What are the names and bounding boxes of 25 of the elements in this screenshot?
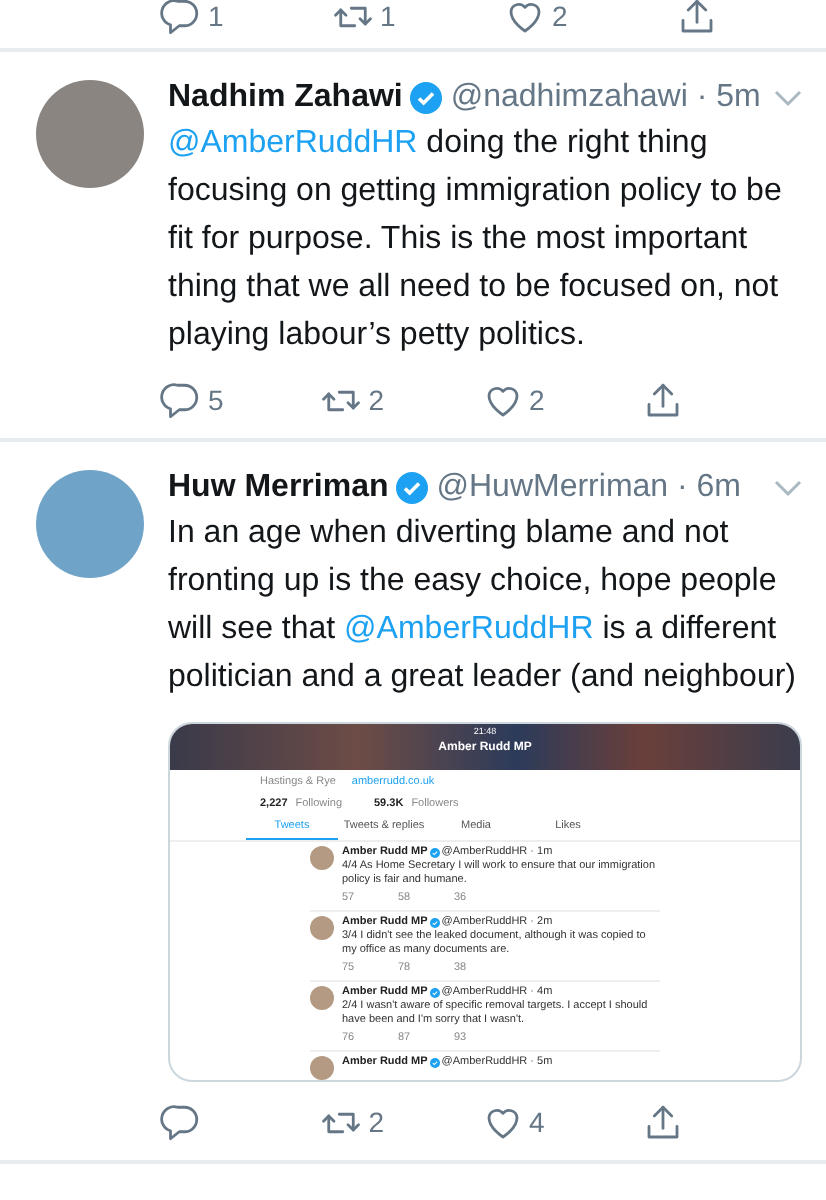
avatar[interactable] <box>310 846 334 870</box>
speech-bubble-icon[interactable] <box>160 380 202 422</box>
like-count: 2 <box>552 0 568 36</box>
like-count: 2 <box>529 382 545 420</box>
like-count: 4 <box>529 1104 545 1142</box>
handle: @HuwMerriman · 6m <box>436 468 742 508</box>
share-icon[interactable] <box>676 0 718 38</box>
handle: @nadhimzahawi · 5m <box>450 78 761 118</box>
avatar[interactable] <box>310 1056 334 1080</box>
avatar[interactable] <box>310 986 334 1010</box>
reply-count: 5 <box>208 382 224 420</box>
tweet-text: @AmberRuddHR doing the right thing focusing on getting immigration policy to be fit for purpose. This is the most important thing that we all need to be focused on, not playing labour’s petty politics. <box>168 124 784 356</box>
heart-icon[interactable] <box>504 0 546 38</box>
author-name[interactable]: Nadhim Zahawi <box>168 76 403 120</box>
retweet-count: 1 <box>380 0 396 36</box>
avatar[interactable] <box>310 916 334 940</box>
speech-bubble-icon[interactable] <box>160 0 202 38</box>
reply-count: 1 <box>208 0 224 36</box>
retweet-count: 2 <box>368 382 385 420</box>
speech-bubble-icon[interactable] <box>160 1102 202 1144</box>
retweet-count: 2 <box>368 1104 385 1142</box>
avatar[interactable] <box>36 80 144 188</box>
tweet-text: In an age when diverting blame and not fronting up is the easy choice, hope people will see that @AmberRuddHR is a different politician and a great leader (and neighbour) <box>168 514 798 698</box>
author-name[interactable]: Huw Merriman <box>168 466 389 510</box>
avatar[interactable] <box>36 470 144 578</box>
